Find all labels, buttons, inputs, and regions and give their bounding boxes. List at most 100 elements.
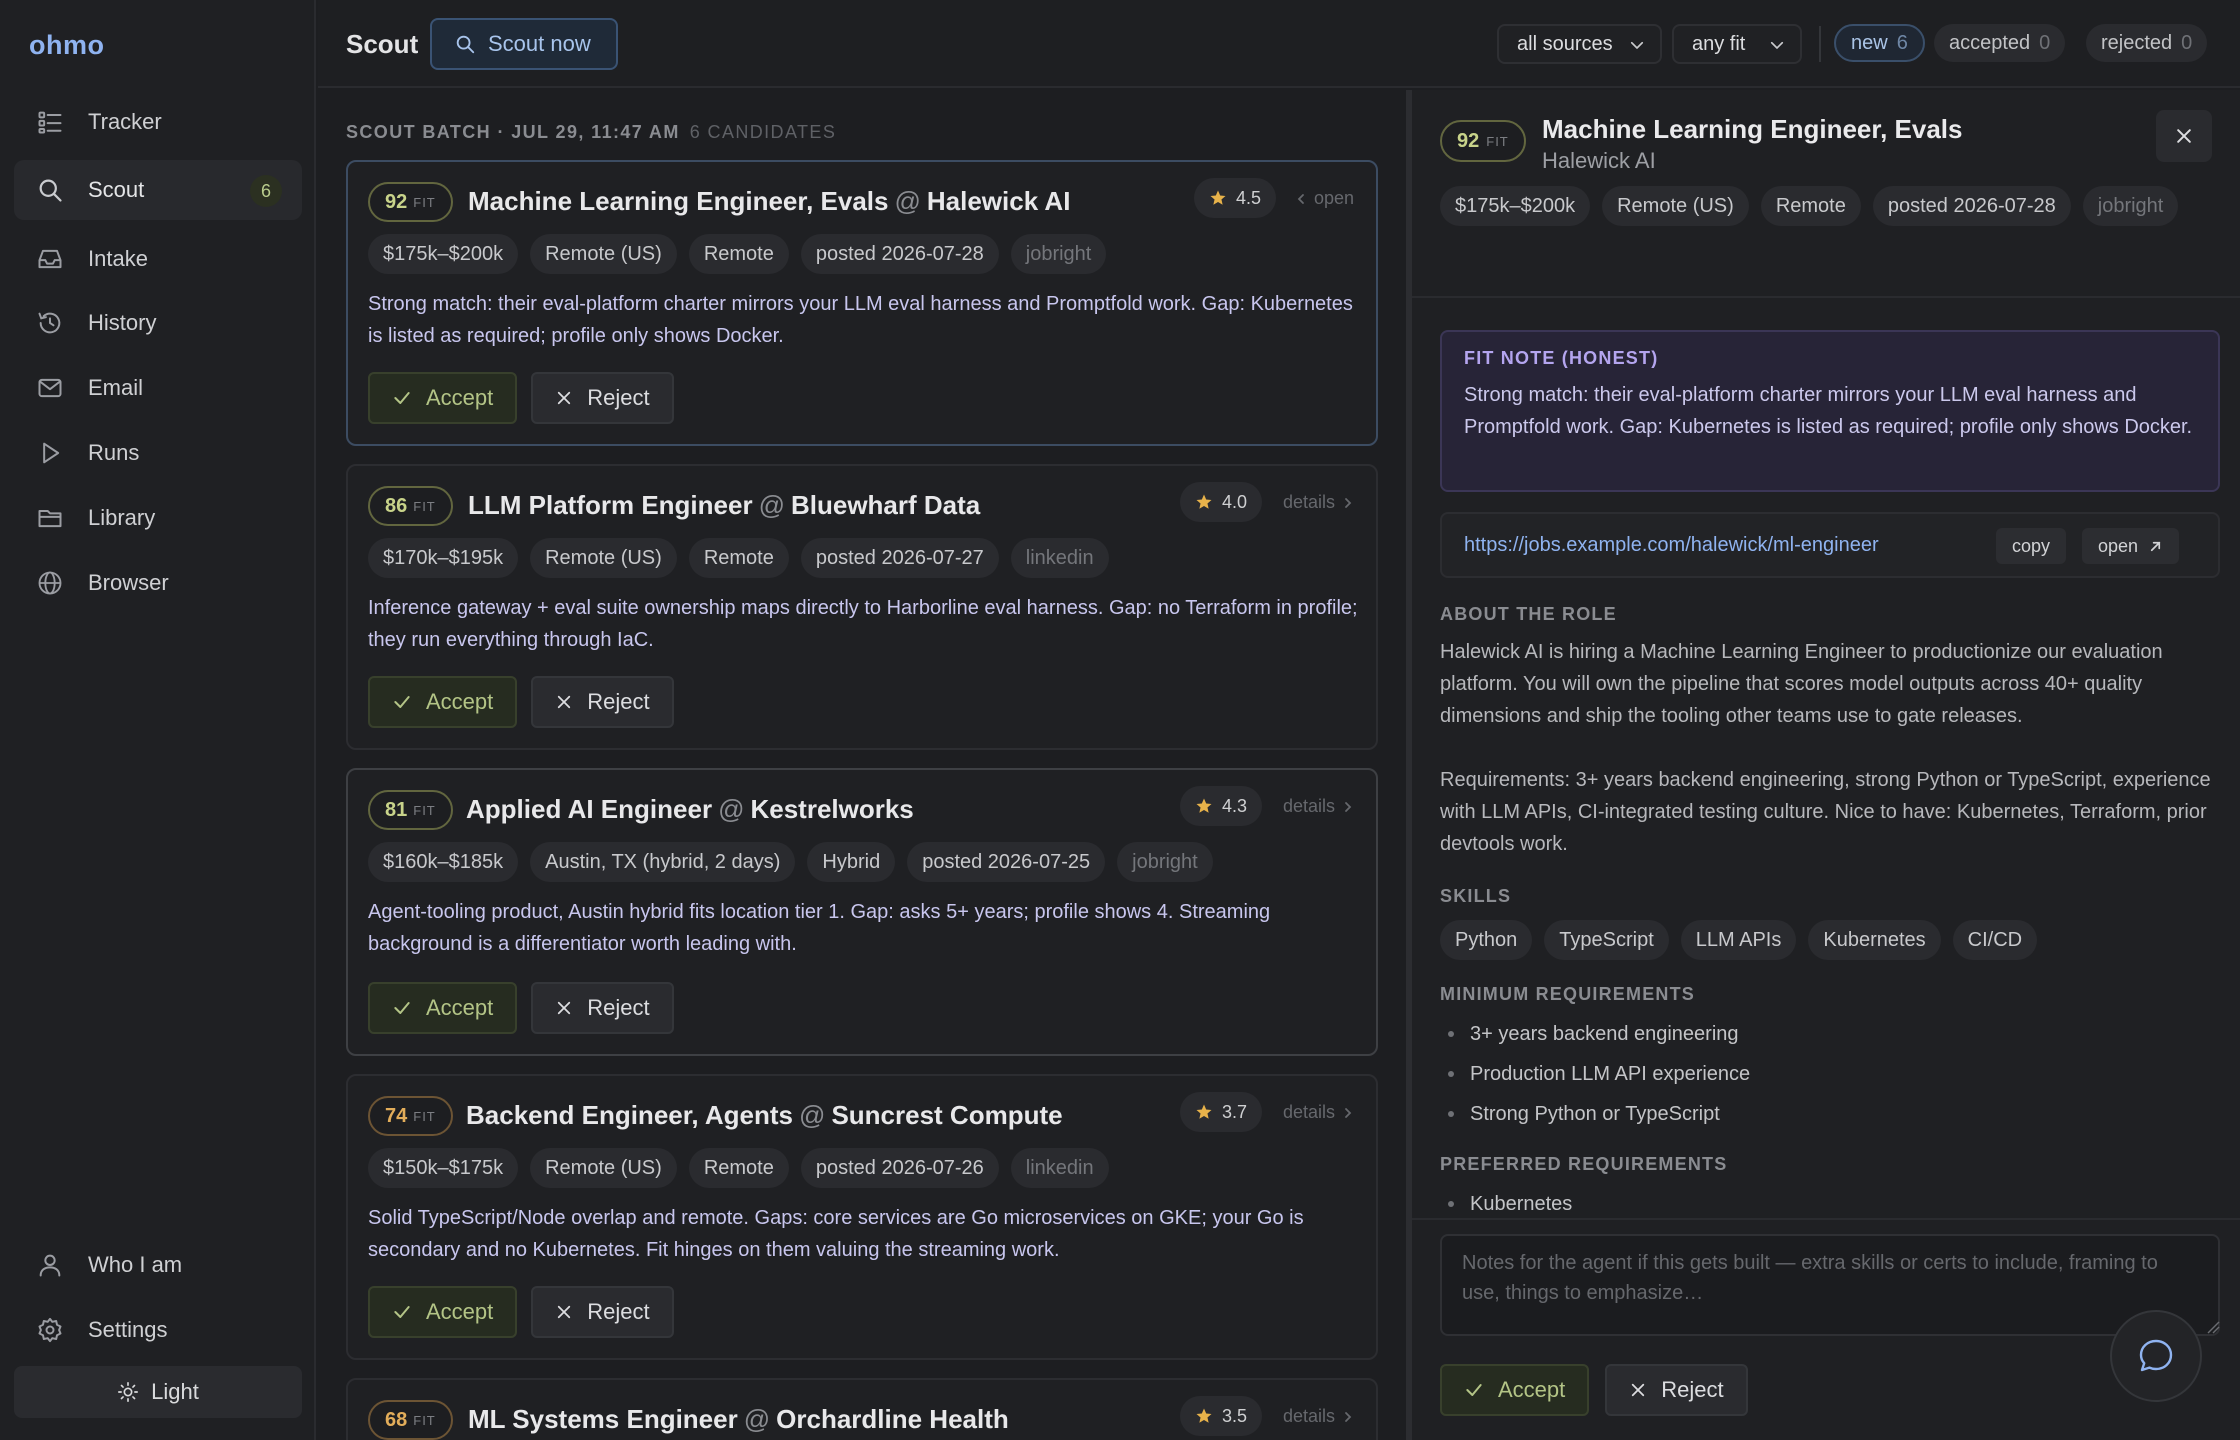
accept-button[interactable]: Accept: [1440, 1364, 1590, 1416]
candidate-card[interactable]: 92 FIT Machine Learning Engineer, Evals @…: [346, 160, 1378, 446]
at-sign: @: [758, 490, 785, 520]
min-requirements-heading: MINIMUM REQUIREMENTS: [1440, 984, 1695, 1004]
open-url-button[interactable]: open: [2082, 528, 2180, 564]
fit-note-heading: FIT NOTE (HONEST): [1464, 348, 1659, 368]
sidebar-item-who-i-am[interactable]: Who I am: [14, 1235, 302, 1295]
detail-actions: Accept Reject: [1440, 1364, 1748, 1416]
rating-value: 4.3: [1221, 795, 1247, 816]
status-pill-new[interactable]: new 6: [1834, 24, 1925, 62]
reject-button[interactable]: Reject: [1605, 1364, 1748, 1416]
agent-notes-input[interactable]: [1440, 1234, 2220, 1336]
fit-label: FIT: [413, 498, 436, 514]
copy-url-button[interactable]: copy: [1996, 528, 2067, 564]
scout-count-badge: 6: [250, 175, 282, 207]
location-tag: Remote (US): [530, 1148, 677, 1188]
job-title: LLM Platform Engineer @ Bluewharf Data: [468, 490, 980, 521]
posted-date-tag: posted 2026-07-28: [800, 234, 999, 274]
reject-button[interactable]: Reject: [531, 372, 674, 424]
location-tag: Remote (US): [1602, 186, 1749, 226]
company-name: Orchardline Health: [776, 1404, 1009, 1434]
sidebar-item-label: Runs: [88, 440, 140, 465]
requirements-paragraph: Requirements: 3+ years backend engineeri…: [1440, 769, 2211, 855]
about-paragraph: Halewick AI is hiring a Machine Learning…: [1440, 641, 2163, 727]
status-pill-count: 0: [2181, 31, 2193, 54]
sidebar-item-runs[interactable]: Runs: [14, 423, 302, 483]
batch-candidate-count: 6 CANDIDATES: [689, 122, 837, 142]
company-rating: 4.5: [1193, 178, 1276, 218]
status-pill-accepted[interactable]: accepted 0: [1934, 24, 2066, 62]
job-title-text: LLM Platform Engineer: [468, 490, 753, 520]
batch-title: SCOUT BATCH · JUL 29, 11:47 AM: [346, 122, 680, 142]
chevron-right-icon: [1342, 1411, 1354, 1423]
company-name: Kestrelworks: [750, 794, 914, 824]
rating-value: 4.5: [1235, 187, 1261, 208]
candidate-card[interactable]: 86 FIT LLM Platform Engineer @ Bluewharf D…: [346, 464, 1378, 750]
location-tag: Remote (US): [530, 538, 677, 578]
close-icon: [2174, 126, 2194, 146]
details-link[interactable]: details: [1283, 796, 1354, 817]
sidebar-item-history[interactable]: History: [14, 293, 302, 353]
fit-note: Inference gateway + eval suite ownership…: [368, 597, 1358, 651]
accept-button[interactable]: Accept: [368, 372, 518, 424]
accept-button[interactable]: Accept: [368, 982, 518, 1034]
candidate-card[interactable]: 74 FIT Backend Engineer, Agents @ Suncrest…: [346, 1074, 1378, 1360]
at-sign: @: [894, 186, 921, 216]
reject-button[interactable]: Reject: [531, 1286, 674, 1338]
divider: [1819, 26, 1821, 62]
accept-button[interactable]: Accept: [368, 1286, 518, 1338]
reject-button[interactable]: Reject: [531, 676, 674, 728]
sidebar-item-label: History: [88, 310, 157, 335]
sidebar-item-label: Email: [88, 375, 144, 400]
accept-button[interactable]: Accept: [368, 676, 518, 728]
status-pill-count: 0: [2039, 31, 2051, 54]
reject-button[interactable]: Reject: [531, 982, 674, 1034]
company-name: Bluewharf Data: [790, 490, 981, 520]
scout-now-button[interactable]: Scout now: [430, 18, 618, 70]
fit-score-badge: 86 FIT: [368, 486, 453, 526]
sidebar-item-browser[interactable]: Browser: [14, 553, 302, 613]
sidebar-item-tracker[interactable]: Tracker: [14, 92, 302, 152]
preferred-requirements-heading: PREFERRED REQUIREMENTS: [1440, 1154, 1728, 1174]
brand-logo[interactable]: ohmo: [29, 30, 105, 61]
details-link[interactable]: details: [1283, 492, 1354, 513]
candidate-card[interactable]: 68 FIT ML Systems Engineer @ Orchardline H…: [346, 1378, 1378, 1440]
fit-label: FIT: [413, 802, 436, 818]
status-pill-rejected[interactable]: rejected 0: [2086, 24, 2208, 62]
sidebar-item-scout[interactable]: Scout 6: [14, 160, 302, 220]
chevron-right-icon: [1342, 1107, 1354, 1119]
details-link[interactable]: details: [1283, 1102, 1354, 1123]
open-link[interactable]: open: [1295, 188, 1354, 209]
source-filter-select[interactable]: all sources: [1497, 24, 1662, 64]
job-url-link[interactable]: https://jobs.example.com/halewick/ml-eng…: [1464, 534, 1879, 557]
reject-label: Reject: [1661, 1377, 1724, 1402]
sidebar-item-email[interactable]: Email: [14, 358, 302, 418]
job-title: Applied AI Engineer @ Kestrelworks: [466, 794, 914, 825]
globe-icon: [36, 569, 64, 597]
gear-icon: [36, 1316, 64, 1344]
skill-tag: Python: [1440, 920, 1533, 960]
sidebar-item-label: Tracker: [88, 109, 162, 134]
fit-note: Agent-tooling product, Austin hybrid fit…: [368, 901, 1271, 955]
fit-filter-select[interactable]: any fit: [1672, 24, 1802, 64]
resize-grip-icon[interactable]: [2206, 1320, 2220, 1334]
sidebar-item-library[interactable]: Library: [14, 488, 302, 548]
chevron-right-icon: [1342, 801, 1354, 813]
fit-score: 92: [385, 190, 408, 213]
top-bar: Scout Scout now all sources any fit new …: [318, 0, 2240, 88]
company-rating: 3.5: [1179, 1396, 1262, 1436]
details-link[interactable]: details: [1283, 1406, 1354, 1427]
sidebar-item-intake[interactable]: Intake: [14, 229, 302, 289]
close-detail-button[interactable]: [2156, 110, 2212, 162]
job-tags: $150k–$175k Remote (US) Remote posted 20…: [368, 1148, 1109, 1188]
candidate-card[interactable]: 81 FIT Applied AI Engineer @ Kestrelworks …: [346, 768, 1378, 1056]
posted-date-tag: posted 2026-07-27: [800, 538, 999, 578]
sidebar-item-settings[interactable]: Settings: [14, 1300, 302, 1360]
fit-label: FIT: [413, 194, 436, 210]
posted-date-tag: posted 2026-07-25: [907, 842, 1106, 882]
copy-label: copy: [2012, 535, 2051, 556]
theme-toggle-button[interactable]: Light: [14, 1366, 302, 1418]
job-tags: $160k–$185k Austin, TX (hybrid, 2 days) …: [368, 842, 1213, 882]
chat-button[interactable]: [2110, 1310, 2202, 1402]
company-rating: 3.7: [1179, 1092, 1262, 1132]
fit-score: 92: [1457, 129, 1480, 152]
